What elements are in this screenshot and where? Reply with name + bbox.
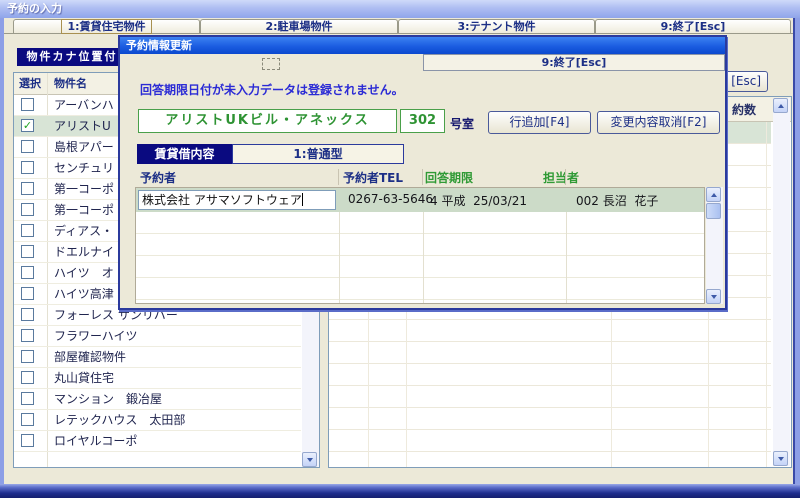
name-column-header: 物件名 — [54, 73, 87, 95]
lease-type-value: 1:普通型 — [232, 144, 404, 164]
property-name: 部屋確認物件 — [54, 347, 299, 368]
col-reserver: 予約者 — [140, 169, 176, 186]
tab-rental-housing[interactable]: 1:賃貸住宅物件 — [13, 19, 200, 33]
tab-exit[interactable]: 9:終了[Esc] — [595, 19, 791, 33]
room-number-field: 302 — [400, 109, 445, 133]
undo-changes-button[interactable]: 変更内容取消[F2] — [597, 111, 720, 134]
staff-cell[interactable]: 002 長沼 花子 — [576, 192, 658, 209]
checkbox[interactable] — [21, 392, 34, 405]
col-staff: 担当者 — [543, 169, 579, 186]
tab-label: 9:終了[Esc] — [661, 20, 726, 33]
checkbox[interactable] — [21, 287, 34, 300]
property-name: 丸山貸住宅 — [54, 368, 299, 389]
col-tel: 予約者TEL — [343, 169, 403, 186]
list-item[interactable]: マンション 鍛冶屋 — [14, 389, 301, 410]
arrow-down-icon — [307, 458, 313, 462]
checkbox[interactable] — [21, 329, 34, 342]
header-divider — [422, 169, 423, 185]
checkbox-checked[interactable]: ✓ — [21, 119, 34, 132]
add-row-button[interactable]: 行追加[F4] — [488, 111, 591, 134]
scroll-up-button[interactable] — [706, 187, 721, 202]
window-titlebar[interactable]: 予約の入力 — [0, 0, 800, 18]
empty-rows[interactable] — [136, 212, 704, 303]
arrow-up-icon — [778, 104, 784, 108]
scroll-up-button[interactable] — [773, 98, 788, 113]
tab-label: 1:賃貸住宅物件 — [61, 19, 151, 34]
window-border-bottom — [0, 484, 800, 498]
tab-tenant[interactable]: 3:テナント物件 — [398, 19, 595, 33]
col-deadline: 回答期限 — [425, 169, 473, 186]
app-window: 予約の入力 1:賃貸住宅物件 2:駐車場物件 3:テナント物件 9:終了[Esc… — [0, 0, 800, 498]
checkbox[interactable] — [21, 434, 34, 447]
tab-label: 2:駐車場物件 — [265, 20, 332, 33]
checkbox[interactable] — [21, 98, 34, 111]
deadline-cell[interactable]: 4 平成 25/03/21 — [430, 192, 527, 209]
property-name: ロイヤルコーポ — [54, 431, 299, 452]
property-name: マンション 鍛冶屋 — [54, 389, 299, 410]
dialog-table-scrollbar[interactable] — [706, 187, 723, 304]
grid-scrollbar[interactable] — [773, 98, 790, 466]
checkbox[interactable] — [21, 140, 34, 153]
arrow-up-icon — [711, 193, 717, 197]
lease-content-tab[interactable]: 賃貸借内容 — [137, 144, 232, 164]
reservation-update-dialog: 予約情報更新 9:終了[Esc] 回答期限日付が未入力データは登録されません。 … — [118, 35, 727, 310]
list-item[interactable]: ロイヤルコーポ — [14, 431, 301, 452]
dialog-exit-tab[interactable]: 9:終了[Esc] — [423, 54, 725, 71]
scroll-down-button[interactable] — [773, 451, 788, 466]
list-item[interactable]: フラワーハイツ — [14, 326, 301, 347]
reserver-input[interactable]: 株式会社 アサマソフトウェア — [138, 190, 336, 210]
property-kana-header: 物件カナ位置付 — [17, 48, 127, 66]
tab-label: 3:テナント物件 — [457, 20, 535, 33]
select-column-header: 選択 — [19, 73, 41, 95]
checkbox[interactable] — [21, 413, 34, 426]
tel-cell[interactable]: 0267-63-5646 — [348, 192, 433, 206]
window-title: 予約の入力 — [7, 2, 62, 15]
room-suffix-label: 号室 — [450, 115, 474, 132]
list-item[interactable]: 部屋確認物件 — [14, 347, 301, 368]
reservation-row[interactable]: 株式会社 アサマソフトウェア 0267-63-5646 4 平成 25/03/2… — [136, 188, 704, 212]
text-caret — [302, 193, 303, 206]
header-divider — [338, 169, 339, 185]
checkbox[interactable] — [21, 371, 34, 384]
dialog-title: 予約情報更新 — [126, 39, 192, 52]
grid-line — [766, 122, 767, 467]
checkbox[interactable] — [21, 350, 34, 363]
scroll-down-button[interactable] — [706, 289, 721, 304]
checkbox[interactable] — [21, 266, 34, 279]
window-border-right — [793, 18, 800, 484]
checkbox[interactable] — [21, 203, 34, 216]
checkbox[interactable] — [21, 161, 34, 174]
arrow-down-icon — [711, 295, 717, 299]
building-name-field: アリストUKビル・アネックス — [138, 109, 397, 133]
header-divider — [565, 169, 566, 185]
dialog-titlebar[interactable]: 予約情報更新 — [120, 37, 725, 54]
checkbox[interactable] — [21, 224, 34, 237]
arrow-down-icon — [778, 457, 784, 461]
reservation-table-header: 予約者 予約者TEL 回答期限 担当者 — [135, 167, 705, 187]
scroll-thumb[interactable] — [706, 203, 721, 219]
checkbox[interactable] — [21, 182, 34, 195]
validation-message: 回答期限日付が未入力データは登録されません。 — [140, 81, 404, 98]
window-border-left — [0, 18, 4, 484]
property-name: レテックハウス 太田部 — [54, 410, 299, 431]
list-item[interactable]: レテックハウス 太田部 — [14, 410, 301, 431]
checkbox[interactable] — [21, 308, 34, 321]
reservation-table-body: 株式会社 アサマソフトウェア 0267-63-5646 4 平成 25/03/2… — [135, 187, 705, 304]
tab-parking[interactable]: 2:駐車場物件 — [200, 19, 398, 33]
scroll-down-button[interactable] — [302, 452, 317, 467]
checkbox[interactable] — [21, 245, 34, 258]
blank-tab-box — [262, 58, 280, 70]
main-tabstrip: 1:賃貸住宅物件 2:駐車場物件 3:テナント物件 9:終了[Esc] — [4, 19, 793, 34]
count-column-header: 約数 — [732, 101, 756, 118]
property-name: フラワーハイツ — [54, 326, 299, 347]
list-item[interactable]: 丸山貸住宅 — [14, 368, 301, 389]
